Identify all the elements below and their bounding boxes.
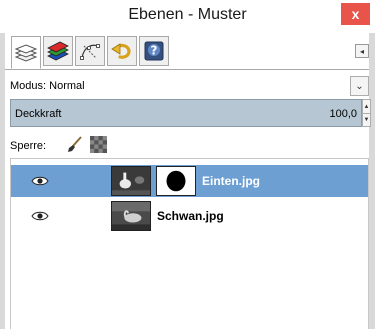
layer-row-schwan[interactable]: Schwan.jpg <box>11 200 368 232</box>
opacity-slider[interactable]: Deckkraft 100,0 <box>10 99 362 127</box>
lock-pixels-brush-icon[interactable] <box>66 135 84 153</box>
spin-down-icon[interactable]: ▼ <box>363 113 370 126</box>
tab-menu-arrow-icon: ◂ <box>359 46 364 56</box>
opacity-value: 100,0 <box>329 108 357 120</box>
layer-thumbnail <box>111 166 151 196</box>
layer-name: Schwan.jpg <box>157 209 224 223</box>
layer-mask-thumbnail <box>156 166 196 196</box>
tab-divider <box>5 69 369 70</box>
layers-icon <box>14 43 38 62</box>
eye-visibility-icon[interactable] <box>31 209 49 223</box>
help-icon: ? <box>144 41 164 61</box>
tab-undo-history[interactable] <box>107 36 137 66</box>
window-frame-right <box>369 0 375 329</box>
dock-tab-strip: ? <box>5 36 369 70</box>
tab-layers[interactable] <box>11 36 41 69</box>
layer-thumbnail <box>111 201 151 231</box>
title-bar: Ebenen - Muster x <box>0 0 375 33</box>
eye-visibility-icon[interactable] <box>31 174 49 188</box>
svg-text:?: ? <box>151 44 158 58</box>
layer-name: Einten.jpg <box>202 174 260 188</box>
spin-up-icon[interactable]: ▲ <box>363 100 370 114</box>
close-button[interactable]: x <box>341 3 370 25</box>
opacity-spin-buttons[interactable]: ▲ ▼ <box>362 99 371 127</box>
paths-icon <box>80 44 100 60</box>
undo-history-icon <box>111 43 131 59</box>
tab-channels[interactable] <box>43 36 73 66</box>
tab-paths[interactable] <box>75 36 105 66</box>
layer-row-einten[interactable]: Einten.jpg <box>11 165 368 197</box>
lock-label: Sperre: <box>10 140 47 152</box>
tab-menu-button[interactable]: ◂ <box>355 44 369 58</box>
lock-alpha-checker-icon[interactable] <box>90 136 107 153</box>
opacity-label: Deckkraft <box>15 108 62 120</box>
layers-list: Einten.jpg Schwan.jpg <box>10 158 369 329</box>
window-title: Ebenen - Muster <box>128 6 247 23</box>
chevron-down-icon: ⌄ <box>355 80 364 92</box>
tab-help[interactable]: ? <box>139 36 169 66</box>
mode-selector-label[interactable]: Modus: Normal <box>10 80 85 92</box>
channels-icon <box>47 41 69 61</box>
mode-dropdown-button[interactable]: ⌄ <box>350 76 369 96</box>
